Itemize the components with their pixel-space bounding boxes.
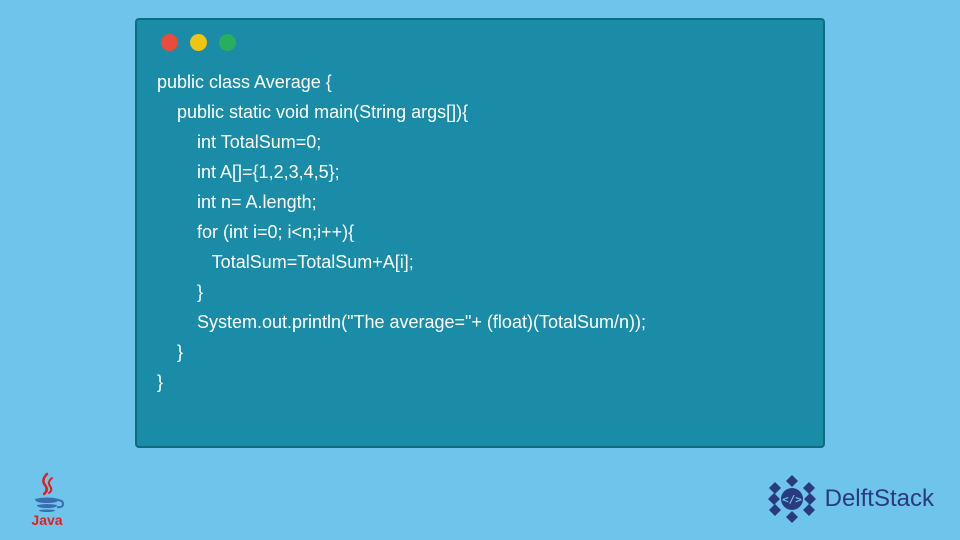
java-cup-icon bbox=[27, 472, 67, 514]
code-line: System.out.println("The average="+ (floa… bbox=[157, 312, 646, 332]
svg-text:</>: </> bbox=[782, 493, 802, 506]
code-line: TotalSum=TotalSum+A[i]; bbox=[157, 252, 414, 272]
code-line: int A[]={1,2,3,4,5}; bbox=[157, 162, 340, 182]
code-line: int n= A.length; bbox=[157, 192, 317, 212]
code-line: int TotalSum=0; bbox=[157, 132, 321, 152]
maximize-icon bbox=[219, 34, 236, 51]
code-line: } bbox=[157, 342, 183, 362]
java-logo: Java bbox=[20, 472, 74, 532]
code-line: public static void main(String args[]){ bbox=[157, 102, 468, 122]
java-label: Java bbox=[31, 512, 62, 528]
minimize-icon bbox=[190, 34, 207, 51]
code-block: public class Average { public static voi… bbox=[157, 67, 803, 397]
delftstack-logo: </> DelftStack bbox=[765, 472, 934, 526]
code-line: for (int i=0; i<n;i++){ bbox=[157, 222, 354, 242]
code-line: } bbox=[157, 282, 203, 302]
traffic-lights bbox=[161, 34, 803, 51]
close-icon bbox=[161, 34, 178, 51]
code-window: public class Average { public static voi… bbox=[135, 18, 825, 448]
code-line: public class Average { bbox=[157, 72, 332, 92]
delftstack-icon: </> bbox=[765, 472, 819, 526]
delftstack-label: DelftStack bbox=[825, 485, 934, 513]
code-line: } bbox=[157, 372, 163, 392]
